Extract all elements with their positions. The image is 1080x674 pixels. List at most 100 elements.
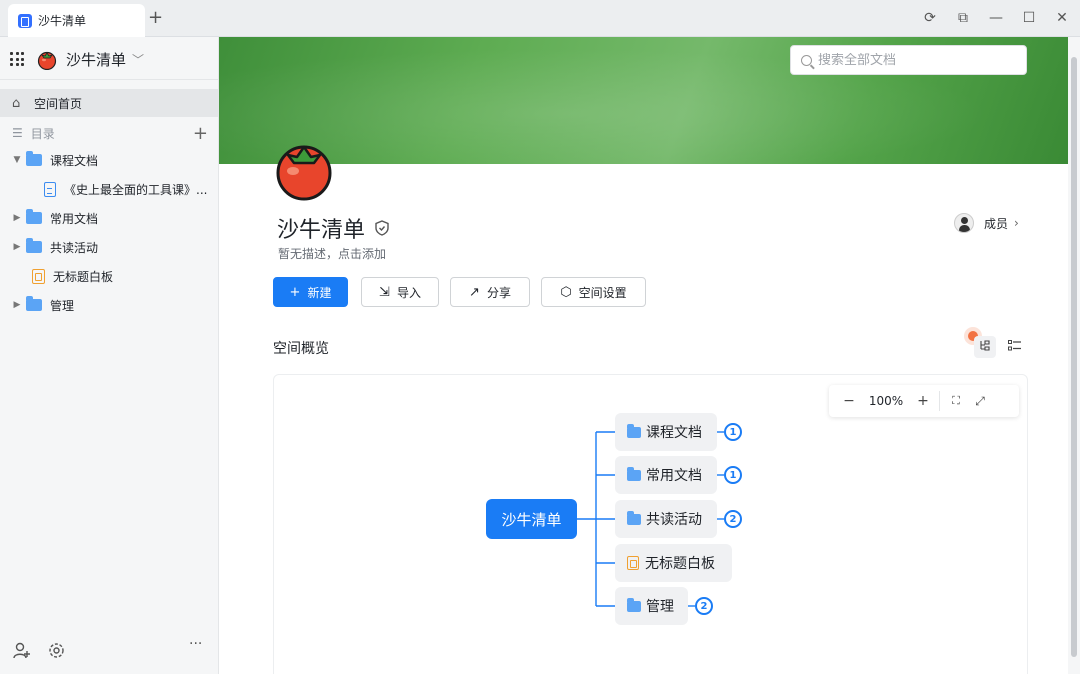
- child-count-badge[interactable]: 1: [724, 466, 742, 484]
- folder-icon: [26, 238, 42, 253]
- shield-icon[interactable]: [375, 220, 389, 236]
- mindmap-node-common-docs[interactable]: 常用文档: [615, 456, 717, 494]
- search-input[interactable]: [818, 52, 1008, 68]
- sidebar-item-home[interactable]: ⌂ 空间首页: [0, 89, 219, 117]
- search-box[interactable]: [790, 45, 1027, 75]
- overview-mindmap-canvas[interactable]: − 100% + ⛶ ⤢ 沙牛清单 课程文档 1 常用文档 1 共读活动 2 无…: [273, 374, 1028, 674]
- mindmap-node-untitled-board[interactable]: 无标题白板: [615, 544, 732, 582]
- node-label: 课程文档: [646, 425, 702, 441]
- sidebar-footer: ···: [0, 634, 219, 674]
- new-tab-button[interactable]: +: [148, 8, 163, 28]
- member-avatar: [954, 213, 974, 233]
- space-switcher[interactable]: 沙牛清单 ﹀: [10, 47, 144, 71]
- cube-icon: ⬡: [560, 284, 572, 300]
- mindmap-root-node[interactable]: 沙牛清单: [486, 499, 577, 539]
- tab-title: 沙牛清单: [38, 14, 87, 28]
- space-description[interactable]: 暂无描述，点击添加: [278, 245, 386, 262]
- close-button[interactable]: ✕: [1053, 9, 1071, 27]
- add-member-icon[interactable]: [13, 642, 31, 660]
- chevron-right-icon: ›: [1014, 216, 1019, 230]
- tree-item-label: 共读活动: [50, 240, 99, 255]
- folder-icon: [627, 510, 641, 525]
- maximize-button[interactable]: ☐: [1020, 9, 1038, 27]
- directory-label: 目录: [30, 126, 55, 141]
- space-title-text: 沙牛清单: [277, 218, 366, 243]
- tree-item-course-docs[interactable]: ▼ 课程文档: [0, 146, 219, 174]
- mindmap-node-course-docs[interactable]: 课程文档: [615, 413, 717, 451]
- members-label: 成员: [984, 216, 1009, 231]
- space-settings-label: 空间设置: [578, 285, 627, 300]
- caret-right-icon[interactable]: ▶: [8, 242, 26, 252]
- members-button[interactable]: 成员 ›: [954, 213, 1019, 233]
- sync-icon[interactable]: ⟳: [921, 9, 939, 27]
- minimize-button[interactable]: —: [987, 9, 1005, 27]
- folder-icon: [26, 296, 42, 311]
- new-button[interactable]: + 新建: [273, 277, 348, 307]
- directory-header: ☰ 目录 +: [12, 123, 208, 144]
- caret-right-icon[interactable]: ▶: [8, 213, 26, 223]
- tree-item-management[interactable]: ▶ 管理: [0, 291, 219, 319]
- tree-item-untitled-board[interactable]: 无标题白板: [0, 262, 219, 290]
- space-avatar-tomato-icon[interactable]: [271, 135, 337, 201]
- mindmap-node-reading-activity[interactable]: 共读活动: [615, 500, 717, 538]
- list-view-toggle[interactable]: [1003, 336, 1025, 358]
- node-label: 管理: [646, 599, 674, 615]
- app-logo-icon: [18, 13, 32, 28]
- add-directory-button[interactable]: +: [193, 123, 208, 144]
- whiteboard-icon: [32, 268, 45, 284]
- folder-icon: [26, 151, 42, 166]
- mindmap-view-toggle[interactable]: [974, 336, 996, 358]
- tree-item-label: 《史上最全面的工具课》...: [64, 182, 208, 197]
- share-button[interactable]: ↗ 分享: [450, 277, 530, 307]
- plus-icon: +: [289, 284, 301, 300]
- tree-item-label: 管理: [50, 298, 75, 313]
- divider: [0, 79, 219, 80]
- tree-item-common-docs[interactable]: ▶ 常用文档: [0, 204, 219, 232]
- tree-item-tool-course-doc[interactable]: 《史上最全面的工具课》...: [0, 175, 219, 203]
- mindmap-icon: [980, 340, 990, 351]
- vertical-scrollbar[interactable]: [1068, 37, 1080, 674]
- sidebar: 沙牛清单 ﹀ ⌂ 空间首页 ☰ 目录 + ▼ 课程文档 《史上最全面的工具课》.…: [0, 37, 219, 674]
- node-label: 无标题白板: [645, 556, 715, 572]
- tree-item-label: 常用文档: [50, 211, 99, 226]
- document-icon: [44, 181, 56, 197]
- search-icon: [801, 54, 812, 66]
- settings-gear-icon[interactable]: [48, 642, 65, 659]
- chevron-down-icon[interactable]: ﹀: [132, 51, 144, 68]
- child-count-badge[interactable]: 1: [724, 423, 742, 441]
- node-label: 共读活动: [646, 512, 702, 528]
- node-label: 常用文档: [646, 468, 702, 484]
- import-button[interactable]: ⇲ 导入: [361, 277, 439, 307]
- import-button-label: 导入: [396, 285, 421, 300]
- space-title: 沙牛清单: [277, 212, 389, 244]
- space-settings-button[interactable]: ⬡ 空间设置: [541, 277, 646, 307]
- window-mode-icon[interactable]: ⧉: [954, 9, 972, 27]
- caret-down-icon[interactable]: ▼: [8, 155, 26, 165]
- tree-item-reading-activity[interactable]: ▶ 共读活动: [0, 233, 219, 261]
- new-button-label: 新建: [307, 285, 332, 300]
- child-count-badge[interactable]: 2: [695, 597, 713, 615]
- whiteboard-icon: [627, 556, 639, 570]
- folder-icon: [627, 466, 641, 481]
- import-icon: ⇲: [379, 284, 390, 300]
- more-options-button[interactable]: ···: [189, 636, 202, 652]
- caret-right-icon[interactable]: ▶: [8, 300, 26, 310]
- mindmap-node-management[interactable]: 管理: [615, 587, 688, 625]
- main-content: 沙牛清单 暂无描述，点击添加 成员 › + 新建 ⇲ 导入 ↗ 分享 ⬡ 空间设…: [219, 37, 1068, 674]
- overview-title: 空间概览: [273, 341, 329, 357]
- list-view-icon: [1007, 340, 1021, 351]
- space-name: 沙牛清单: [66, 50, 127, 69]
- list-icon: ☰: [12, 126, 23, 140]
- home-icon: ⌂: [12, 95, 21, 111]
- child-count-badge[interactable]: 2: [724, 510, 742, 528]
- title-bar: 沙牛清单 + ⟳ ⧉ — ☐ ✕: [0, 0, 1080, 37]
- folder-icon: [627, 597, 641, 612]
- share-icon: ↗: [469, 284, 480, 300]
- folder-icon: [627, 423, 641, 438]
- tree-item-label: 无标题白板: [53, 269, 114, 284]
- sidebar-item-label: 空间首页: [34, 96, 83, 111]
- apps-grid-icon[interactable]: [10, 52, 24, 66]
- folder-icon: [26, 209, 42, 224]
- app-tab[interactable]: 沙牛清单: [8, 4, 145, 37]
- tree-item-label: 课程文档: [50, 153, 99, 168]
